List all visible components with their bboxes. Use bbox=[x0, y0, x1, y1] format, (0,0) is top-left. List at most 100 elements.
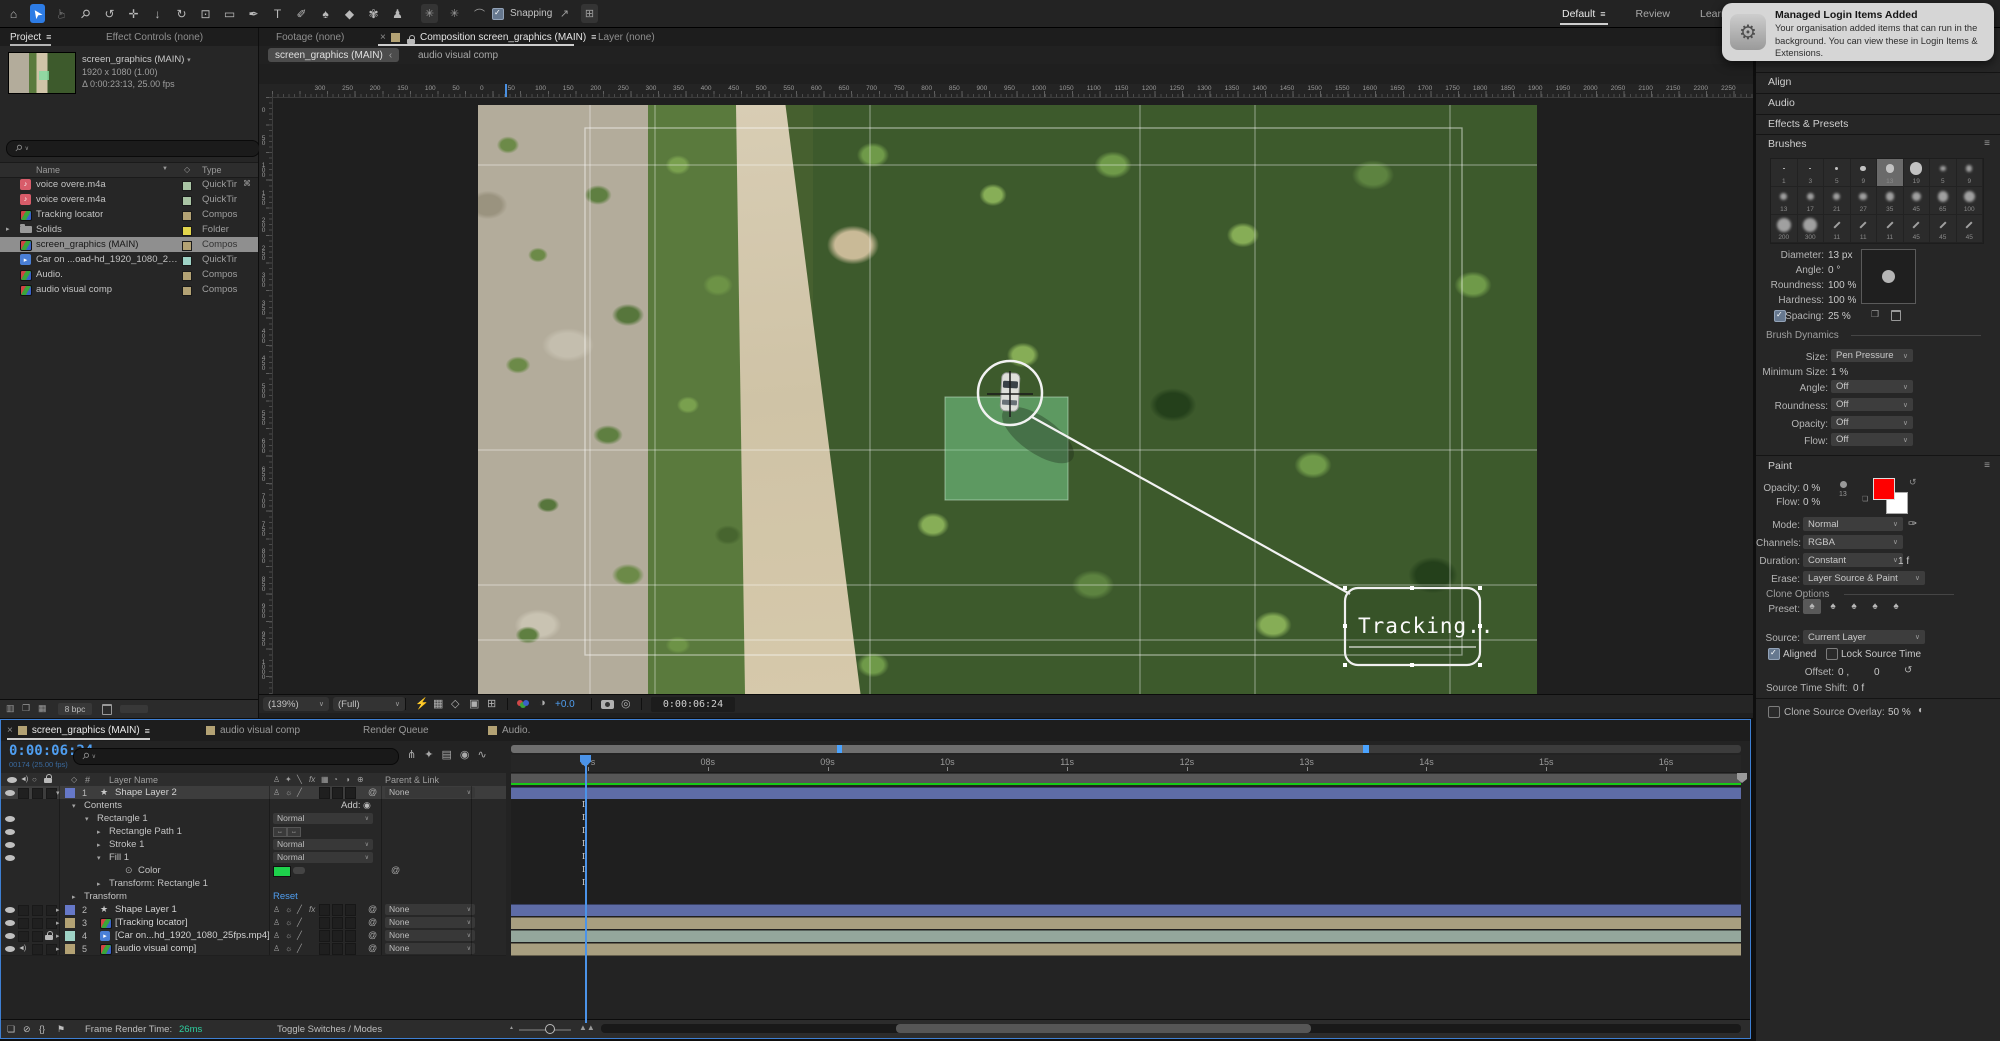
guides-grid-icon[interactable]: ⊞ bbox=[487, 697, 496, 710]
eraser-tool-icon[interactable]: ◆ bbox=[342, 4, 357, 23]
project-item-row[interactable]: audio visual compCompos bbox=[0, 282, 258, 297]
switch-cell[interactable] bbox=[18, 788, 29, 799]
track-lane[interactable] bbox=[511, 825, 1741, 839]
property-name[interactable]: Fill 1 bbox=[109, 852, 129, 863]
transfer-cell[interactable] bbox=[332, 943, 343, 955]
panel-menu-icon[interactable]: ≡ bbox=[145, 726, 150, 736]
pan-camera-tool-icon[interactable]: ✛ bbox=[126, 4, 141, 23]
property-row-transform[interactable]: ▸TransformReset bbox=[1, 890, 506, 904]
label-color-swatch[interactable] bbox=[182, 196, 192, 206]
layer-switch-icon[interactable]: ♙ bbox=[273, 918, 280, 927]
aligned-checkbox[interactable] bbox=[1768, 648, 1780, 660]
layer-color-swatch[interactable] bbox=[65, 931, 75, 941]
layer-row-shape-layer-2[interactable]: ▾1★Shape Layer 2♙☼╱@None∨ bbox=[1, 786, 506, 800]
label-color-swatch[interactable] bbox=[182, 226, 192, 236]
property-row-rectangle-path-1[interactable]: ▸Rectangle Path 1↔↔ bbox=[1, 825, 506, 839]
track-lane[interactable] bbox=[511, 786, 1741, 800]
motion-blur-icon[interactable]: ◉ bbox=[460, 748, 470, 761]
size-slider-icon[interactable]: ↔ bbox=[273, 827, 287, 837]
transfer-cell[interactable] bbox=[332, 930, 343, 942]
layer-color-swatch[interactable] bbox=[65, 944, 75, 954]
property-row-color[interactable]: ⊙Color@ bbox=[1, 864, 506, 878]
time-ruler[interactable]: 07s08s09s10s11s12s13s14s15s16s bbox=[511, 755, 1741, 773]
spacing-value[interactable]: 25 % bbox=[1828, 311, 1851, 322]
layer-switch-icon[interactable]: ☼ bbox=[285, 918, 292, 927]
twirl-icon[interactable]: ▸ bbox=[6, 225, 10, 233]
layer-switch-icon[interactable]: ☼ bbox=[285, 931, 292, 940]
dyn-size-dropdown[interactable]: Pen Pressure∨ bbox=[1831, 349, 1913, 362]
switch-cell[interactable] bbox=[18, 918, 29, 929]
clone-source-dropdown[interactable]: Current Layer∨ bbox=[1803, 630, 1925, 644]
parent-dropdown[interactable]: None∨ bbox=[385, 930, 475, 941]
zoom-in-icon[interactable]: ▲▲ bbox=[579, 1023, 595, 1032]
label-color-swatch[interactable] bbox=[182, 271, 192, 281]
track-lane[interactable] bbox=[511, 864, 1741, 878]
track-lane[interactable] bbox=[511, 812, 1741, 826]
clone-source-overlay-checkbox[interactable] bbox=[1768, 706, 1780, 718]
track-lane[interactable] bbox=[511, 916, 1741, 930]
channel-rgb-icon[interactable] bbox=[517, 700, 529, 709]
layer-color-swatch[interactable] bbox=[65, 918, 75, 928]
eye-icon[interactable] bbox=[5, 920, 15, 926]
clone-preset-3[interactable]: ♠ bbox=[1845, 599, 1863, 614]
switches-pane-toggle-icon[interactable]: ❏ bbox=[7, 1024, 15, 1035]
layer-row--audio-visual-comp-[interactable]: ◄)▸5[audio visual comp]♙☼╱@None∨ bbox=[1, 942, 506, 956]
project-item-row[interactable]: Tracking locatorCompos bbox=[0, 207, 258, 222]
clone-source-overlay-value[interactable]: 50 % bbox=[1888, 707, 1911, 718]
paint-duration-dropdown[interactable]: Constant∨ bbox=[1803, 553, 1903, 567]
layer-name[interactable]: Shape Layer 2 bbox=[115, 787, 177, 798]
brush-preset-5[interactable]: 5 bbox=[1930, 159, 1957, 187]
layer-switch-icon[interactable]: ♙ bbox=[273, 788, 280, 797]
transparency-grid-icon[interactable]: ▦ bbox=[433, 697, 443, 710]
column-name[interactable]: Name bbox=[36, 165, 60, 175]
brush-preset-17[interactable]: 17 bbox=[1798, 187, 1825, 215]
thumbnail-size-slider[interactable] bbox=[120, 705, 148, 713]
delete-icon[interactable] bbox=[102, 704, 112, 715]
brushes-menu-icon[interactable]: ≡ bbox=[1984, 138, 1990, 149]
system-notification[interactable]: ⚙ Managed Login Items Added Your organis… bbox=[1722, 3, 1994, 61]
fill-color-swatch[interactable] bbox=[273, 866, 291, 877]
panel-menu-icon[interactable]: ≡ bbox=[46, 32, 51, 42]
layer-switch-icon[interactable]: ♙ bbox=[273, 931, 280, 940]
property-name[interactable]: Transform: Rectangle 1 bbox=[109, 878, 208, 889]
zoom-out-icon[interactable]: ▲ bbox=[509, 1025, 514, 1031]
property-name[interactable]: Rectangle 1 bbox=[97, 813, 148, 824]
puppet-pin-tool-icon[interactable]: ♟ bbox=[390, 4, 405, 23]
difference-mode-icon[interactable]: ◐ bbox=[1918, 705, 1924, 716]
layer-switch-icon[interactable]: ╱ bbox=[297, 788, 302, 797]
layer-switch-icon[interactable]: ╱ bbox=[297, 918, 302, 927]
paint-menu-icon[interactable]: ≡ bbox=[1984, 460, 1990, 471]
snapping-checkbox[interactable] bbox=[492, 8, 504, 20]
fast-preview-icon[interactable]: ⚡ bbox=[415, 697, 429, 710]
tab-effect-controls[interactable]: Effect Controls (none) bbox=[106, 28, 203, 46]
switch-cell[interactable] bbox=[32, 905, 43, 916]
label-color-swatch[interactable] bbox=[182, 256, 192, 266]
column-type[interactable]: Type bbox=[202, 165, 222, 175]
brush-preset-65[interactable]: 65 bbox=[1930, 187, 1957, 215]
switch-cell[interactable] bbox=[18, 905, 29, 916]
panel-effects-presets[interactable]: Effects & Presets bbox=[1768, 118, 1848, 130]
tab-layer[interactable]: Layer (none) bbox=[598, 28, 655, 46]
parent-dropdown[interactable]: None∨ bbox=[385, 904, 475, 915]
project-item-row[interactable]: Audio.Compos bbox=[0, 267, 258, 282]
brush-preset-100[interactable]: 100 bbox=[1957, 187, 1984, 215]
color-edit-pill[interactable] bbox=[293, 867, 305, 874]
brush-preset-9[interactable]: 9 bbox=[1957, 159, 1984, 187]
timeline-tab-audio-visual[interactable]: audio visual comp bbox=[206, 720, 300, 741]
property-name[interactable]: Transform bbox=[84, 891, 127, 902]
timeline-tab-main[interactable]: × screen_graphics (MAIN) ≡ bbox=[7, 720, 150, 741]
blend-mode-dropdown[interactable]: Normal∨ bbox=[273, 839, 373, 850]
vertical-ruler[interactable]: 0501001502002503003504004505005506006507… bbox=[259, 97, 273, 695]
tab-footage[interactable]: Footage (none) bbox=[276, 28, 344, 46]
project-item-row[interactable]: ♪voice overe.m4aQuickTir⌘ bbox=[0, 177, 258, 192]
delete-brush-icon[interactable] bbox=[1891, 310, 1901, 321]
transfer-cell[interactable] bbox=[319, 787, 330, 799]
switch-cell[interactable] bbox=[32, 918, 43, 929]
panel-menu-icon[interactable]: ≡ bbox=[591, 32, 596, 42]
item-name[interactable]: Car on ...oad-hd_1920_1080_25fps.mp4 bbox=[36, 254, 178, 265]
lasso-tool-icon[interactable]: ⌒ bbox=[471, 4, 488, 23]
brush-preset-27[interactable]: 27 bbox=[1851, 187, 1878, 215]
timeline-tab-audio[interactable]: Audio. bbox=[488, 720, 530, 741]
brush-preset-11[interactable]: 11 bbox=[1877, 215, 1904, 243]
eye-icon[interactable] bbox=[5, 790, 15, 796]
